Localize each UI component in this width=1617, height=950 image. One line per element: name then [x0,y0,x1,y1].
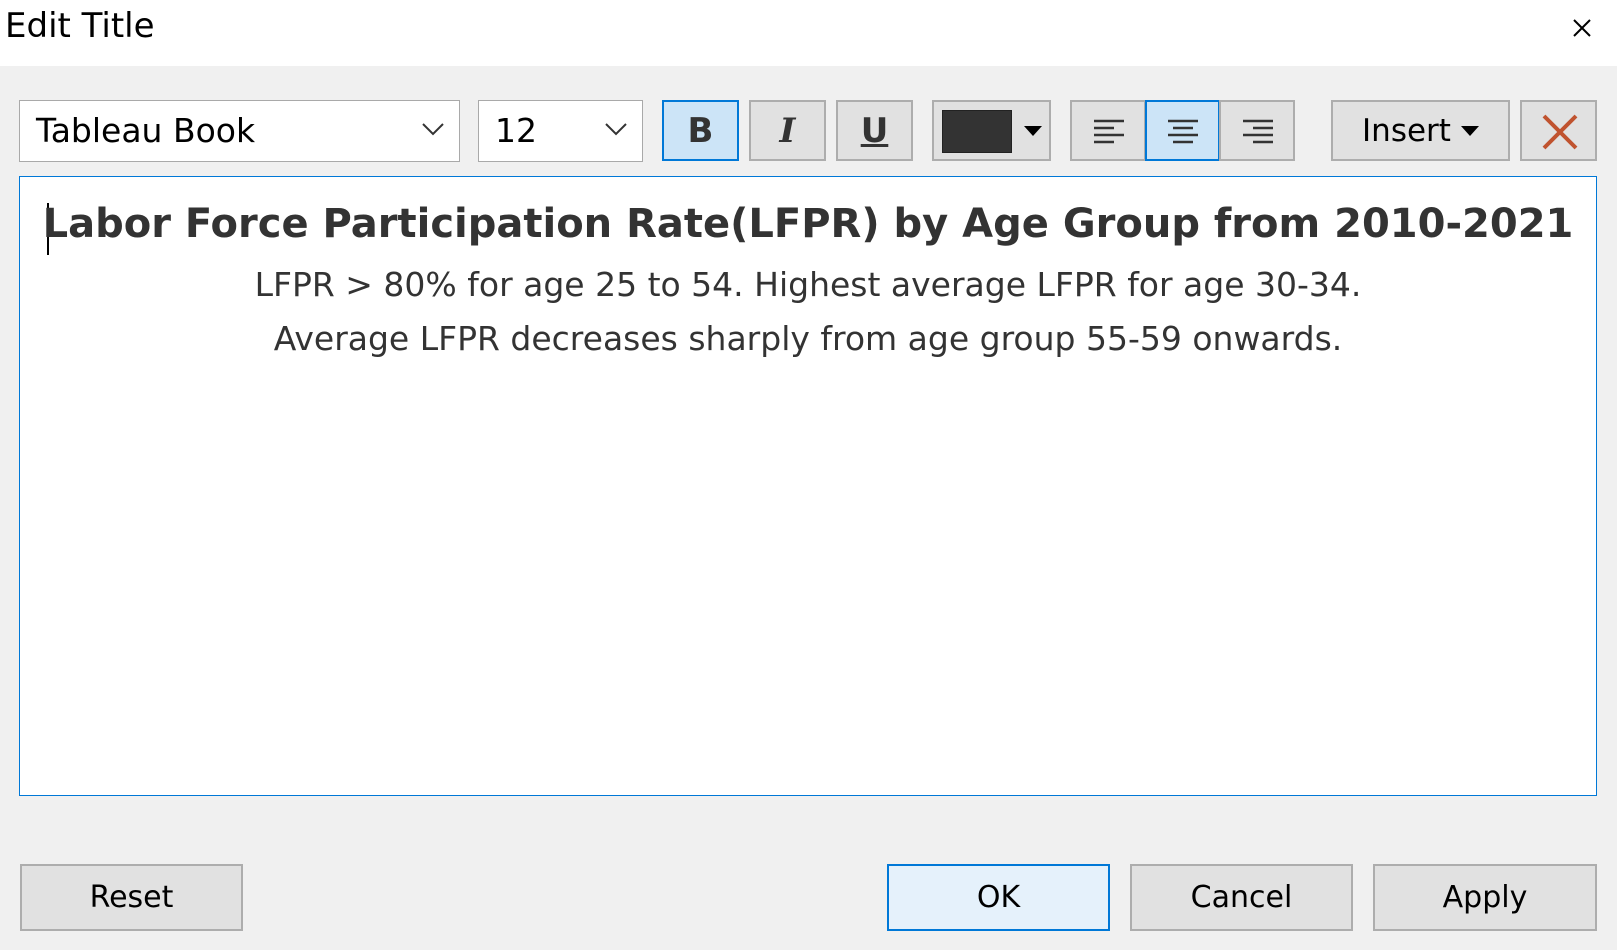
title-line-1: Labor Force Participation Rate(LFPR) by … [42,201,1574,247]
ok-button[interactable]: OK [887,864,1110,931]
bold-button[interactable]: B [662,100,739,161]
clear-formatting-button[interactable] [1520,100,1597,161]
font-size-value: 12 [495,111,537,150]
align-right-button[interactable] [1219,100,1295,161]
font-size-dropdown[interactable]: 12 [478,100,643,162]
font-family-dropdown[interactable]: Tableau Book [19,100,460,162]
align-center-icon [1168,119,1198,144]
reset-button[interactable]: Reset [20,864,243,931]
red-x-icon [1542,114,1578,150]
color-swatch [942,110,1012,153]
font-family-value: Tableau Book [36,111,256,150]
insert-label: Insert [1362,112,1451,149]
align-right-icon [1243,119,1273,144]
chevron-down-icon [605,123,627,136]
chevron-down-icon [422,123,444,136]
title-line-2: LFPR > 80% for age 25 to 54. Highest ave… [254,265,1362,304]
cancel-button[interactable]: Cancel [1130,864,1353,931]
italic-button[interactable]: I [749,100,826,161]
insert-button[interactable]: Insert [1331,100,1510,161]
apply-button[interactable]: Apply [1373,864,1597,931]
caret-down-icon [1460,125,1479,136]
bold-icon: B [687,110,714,151]
close-icon[interactable] [1564,10,1600,46]
title-line-3: Average LFPR decreases sharply from age … [273,319,1343,358]
underline-icon: U [860,110,889,151]
align-left-icon [1094,119,1124,144]
underline-button[interactable]: U [836,100,913,161]
text-color-button[interactable] [932,100,1051,161]
align-left-button[interactable] [1070,100,1146,161]
italic-icon: I [779,110,796,151]
dialog-title: Edit Title [5,6,155,46]
align-center-button[interactable] [1145,100,1220,161]
title-text-editor[interactable]: Labor Force Participation Rate(LFPR) by … [19,176,1597,796]
caret-down-icon [1024,126,1042,136]
dialog-titlebar: Edit Title [0,0,1617,66]
